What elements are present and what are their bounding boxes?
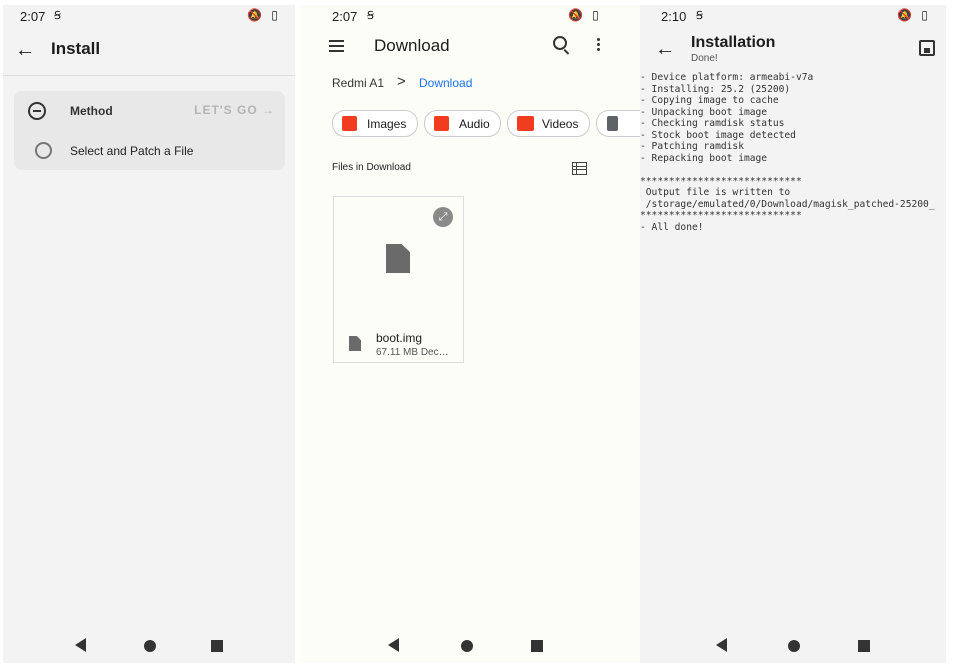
console-line: Output file is written to [640,187,791,198]
method-card: Method LET'S GO → Select and Patch a Fil… [14,91,285,170]
status-icons: 🔕 ▯ [897,8,931,22]
console-log: - Device platform: armeabi-v7a - Install… [640,72,946,233]
lets-go-button[interactable]: LET'S GO → [194,103,275,117]
status-bar: 2:07 Ꞩ 🔕 ▯ [3,5,295,27]
status-bar: 2:07 Ꞩ 🔕 ▯ [300,5,640,27]
console-line: - Copying image to cache [640,95,779,106]
nav-recents-icon[interactable] [531,640,543,652]
back-arrow-icon[interactable]: ← [15,39,35,62]
file-meta: 67.11 MB Dec… [376,347,449,358]
save-icon[interactable] [919,40,935,56]
option-select-patch[interactable]: Select and Patch a File [70,144,193,158]
chip-label: Videos [542,117,579,131]
status-time: 2:07 [20,9,46,24]
navigation-bar [640,627,946,663]
chip-images[interactable]: Images [332,110,418,137]
nav-back-icon[interactable] [75,638,86,652]
app-bar: ← Install [3,27,295,76]
status-time: 2:07 [332,9,358,24]
file-thumbnail-icon [386,244,410,273]
breadcrumb-current[interactable]: Download [419,76,472,90]
console-line: - Stock boot image detected [640,129,796,141]
nav-home-icon[interactable] [788,640,800,652]
page-title: Install [51,39,101,58]
sim-icon: Ꞩ [367,10,374,22]
installation-screen: 2:10 Ꞩ 🔕 ▯ ← Installation Done! - Device… [640,5,946,663]
collapse-icon[interactable] [28,102,46,120]
film-icon [517,116,534,131]
install-screen: 2:07 Ꞩ 🔕 ▯ ← Install Method LET'S GO → S… [3,5,295,663]
document-icon [607,116,618,131]
status-icons: 🔕 ▯ [568,8,602,22]
status-bar: 2:10 Ꞩ 🔕 ▯ [640,5,946,27]
file-type-icon [349,336,361,351]
headphones-icon [434,116,449,131]
page-title: Download [374,36,450,55]
back-arrow-icon[interactable]: ← [655,38,675,61]
console-line: - Checking ramdisk status [640,118,785,129]
file-name: boot.img [376,331,423,345]
console-line: - Device platform: armeabi-v7a [640,72,814,83]
option-radio[interactable] [35,142,52,159]
more-options-icon[interactable] [597,38,601,52]
console-line: **************************** [640,210,802,221]
console-line: - All done! [640,221,704,233]
status-icons: 🔕 ▯ [247,8,281,22]
page-title: Installation [691,34,776,51]
console-line: - Patching ramdisk [640,141,744,152]
search-icon[interactable] [553,36,567,50]
chip-audio[interactable]: Audio [424,110,501,137]
menu-icon[interactable] [329,40,344,52]
sim-icon: Ꞩ [54,10,61,22]
chip-label: Audio [459,117,490,131]
image-icon [342,116,357,131]
nav-back-icon[interactable] [716,638,727,652]
navigation-bar [300,627,640,663]
nav-home-icon[interactable] [144,640,156,652]
status-time: 2:10 [661,9,687,24]
console-line: /storage/emulated/0/Download/magisk_patc… [640,198,935,210]
section-title: Files in Download [332,162,411,173]
nav-back-icon[interactable] [388,638,399,652]
console-line: **************************** [640,175,802,187]
list-view-icon[interactable] [572,162,587,175]
chip-videos[interactable]: Videos [507,110,590,137]
page-subtitle: Done! [691,53,718,64]
nav-recents-icon[interactable] [858,640,870,652]
breadcrumb-separator-icon: > [397,73,406,90]
navigation-bar [3,627,295,663]
console-line: - Unpacking boot image [640,106,768,118]
files-screen: 2:07 Ꞩ 🔕 ▯ Download Redmi A1 > Download … [300,5,640,663]
console-line: - Installing: 25.2 (25200) [640,83,791,95]
nav-recents-icon[interactable] [211,640,223,652]
chip-documents[interactable] [596,110,640,137]
file-card[interactable]: ⤢ boot.img 67.11 MB Dec… [333,196,464,363]
expand-icon[interactable]: ⤢ [433,207,453,227]
chip-label: Images [367,117,407,131]
nav-home-icon[interactable] [461,640,473,652]
sim-icon: Ꞩ [696,10,703,22]
console-line: - Repacking boot image [640,152,768,164]
breadcrumb-root[interactable]: Redmi A1 [332,76,384,90]
method-label: Method [70,104,113,118]
